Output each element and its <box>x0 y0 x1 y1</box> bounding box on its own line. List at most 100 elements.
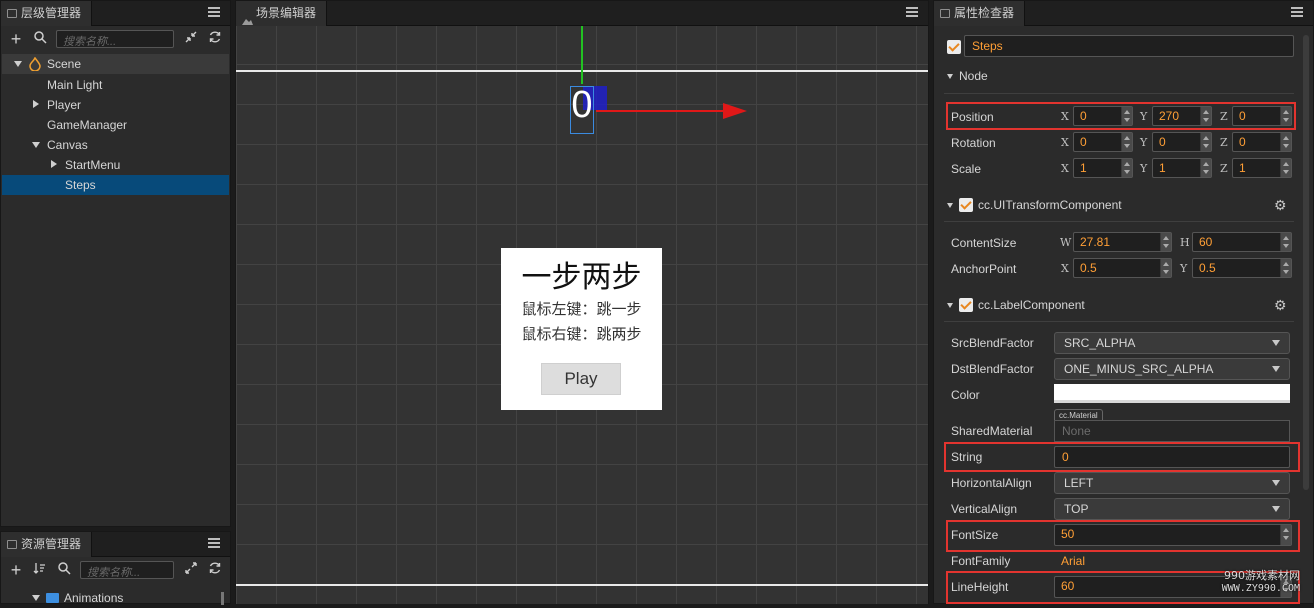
tab-scene[interactable]: 场景编辑器 <box>236 1 328 26</box>
expand-arrow-icon[interactable] <box>32 595 40 601</box>
scale-x-field[interactable]: 1 <box>1073 158 1133 178</box>
tree-item-scene[interactable]: Scene <box>2 54 229 74</box>
tab-hierarchy[interactable]: 层级管理器 <box>1 1 93 26</box>
refresh-icon[interactable] <box>206 30 224 48</box>
assets-title: 资源管理器 <box>21 537 82 551</box>
node-section-arrow-icon[interactable] <box>947 74 953 79</box>
tree-item-main-light[interactable]: Main Light <box>2 75 229 95</box>
anchor-y-field[interactable]: 0.5 <box>1192 258 1292 278</box>
hierarchy-tab-icon <box>7 9 17 18</box>
assets-menu-icon[interactable] <box>208 538 220 548</box>
label-component-gear-icon[interactable]: ⚙ <box>1274 298 1288 312</box>
dst-blend-select[interactable]: ONE_MINUS_SRC_ALPHA <box>1054 358 1290 380</box>
font-size-field[interactable]: 50 <box>1054 524 1292 546</box>
rotation-x-stepper[interactable] <box>1121 133 1132 151</box>
content-size-w-field[interactable]: 27.81 <box>1073 232 1172 252</box>
gizmo-x-axis[interactable] <box>596 110 724 112</box>
chevron-down-icon <box>1272 340 1280 346</box>
expand-arrow-icon[interactable] <box>33 100 39 108</box>
folder-icon <box>46 593 59 603</box>
scale-z-stepper[interactable] <box>1280 159 1291 177</box>
rotation-x-field[interactable]: 0 <box>1073 132 1133 152</box>
expand-arrow-icon[interactable] <box>51 160 57 168</box>
position-x-value: 0 <box>1080 109 1087 123</box>
anchor-y-stepper[interactable] <box>1280 259 1291 277</box>
scale-z-field[interactable]: 1 <box>1232 158 1292 178</box>
font-family-value[interactable]: Arial <box>1061 554 1085 568</box>
src-blend-select[interactable]: SRC_ALPHA <box>1054 332 1290 354</box>
scene-menu-icon[interactable] <box>906 7 918 17</box>
hierarchy-search-input[interactable]: 搜索名称... <box>56 30 174 48</box>
scale-z-axis: Z <box>1220 162 1228 175</box>
position-x-field[interactable]: 0 <box>1073 106 1133 126</box>
hierarchy-menu-icon[interactable] <box>208 7 220 17</box>
label-component-enabled-checkbox[interactable] <box>959 298 973 312</box>
color-swatch[interactable] <box>1054 384 1290 403</box>
tree-item-startmenu[interactable]: StartMenu <box>2 155 229 175</box>
vertical-align-select[interactable]: TOP <box>1054 498 1290 520</box>
expand-all-icon[interactable] <box>182 561 200 579</box>
uitransform-title[interactable]: cc.UITransformComponent <box>978 198 1122 212</box>
position-z-stepper[interactable] <box>1280 107 1291 125</box>
tab-inspector[interactable]: 属性检查器 <box>934 1 1026 26</box>
rotation-y-axis: Y <box>1140 136 1148 149</box>
uitransform-enabled-checkbox[interactable] <box>959 198 973 212</box>
sort-icon[interactable] <box>31 561 49 579</box>
tree-item-canvas[interactable]: Canvas <box>2 135 229 155</box>
gizmo-y-axis[interactable] <box>581 26 583 84</box>
scale-y-field[interactable]: 1 <box>1152 158 1212 178</box>
anchor-x-stepper[interactable] <box>1160 259 1171 277</box>
rotation-y-field[interactable]: 0 <box>1152 132 1212 152</box>
collapse-all-icon[interactable] <box>182 30 200 48</box>
string-input[interactable]: 0 <box>1054 446 1290 468</box>
canvas-bottom-boundary <box>236 584 928 586</box>
scene-viewport[interactable]: 一步两步 鼠标左键：跳一步 鼠标右键：跳两步 Play 0 <box>236 26 928 604</box>
position-y-stepper[interactable] <box>1200 107 1211 125</box>
position-y-field[interactable]: 270 <box>1152 106 1212 126</box>
gizmo-x-arrow-icon[interactable] <box>723 103 747 119</box>
anchor-x-field[interactable]: 0.5 <box>1073 258 1172 278</box>
inspector-menu-icon[interactable] <box>1291 7 1303 17</box>
watermark: 990游戏素材网 WWW.ZY990.COM <box>1160 567 1300 594</box>
line-height-value: 60 <box>1061 579 1075 593</box>
assets-search-input[interactable]: 搜索名称... <box>80 561 174 579</box>
play-button[interactable]: Play <box>541 363 621 395</box>
node-name-input[interactable]: Steps <box>964 35 1294 57</box>
content-size-h-stepper[interactable] <box>1280 233 1291 251</box>
node-active-checkbox[interactable] <box>947 40 961 54</box>
position-z-field[interactable]: 0 <box>1232 106 1292 126</box>
position-x-stepper[interactable] <box>1121 107 1132 125</box>
assets-scrollbar[interactable] <box>221 592 224 605</box>
rotation-y-stepper[interactable] <box>1200 133 1211 151</box>
tab-assets[interactable]: 资源管理器 <box>1 532 93 557</box>
tree-item-animations[interactable]: Animations <box>2 588 229 608</box>
expand-arrow-icon[interactable] <box>14 61 22 67</box>
rotation-z-field[interactable]: 0 <box>1232 132 1292 152</box>
expand-arrow-icon[interactable] <box>32 142 40 148</box>
font-size-label: FontSize <box>951 528 999 542</box>
content-size-w-stepper[interactable] <box>1160 233 1171 251</box>
rotation-y-value: 0 <box>1159 135 1166 149</box>
tree-item-steps[interactable]: Steps <box>2 175 229 195</box>
tree-item-gamemanager[interactable]: GameManager <box>2 115 229 135</box>
content-size-h-field[interactable]: 60 <box>1192 232 1292 252</box>
horizontal-align-select[interactable]: LEFT <box>1054 472 1290 494</box>
scale-y-stepper[interactable] <box>1200 159 1211 177</box>
scale-x-stepper[interactable] <box>1121 159 1132 177</box>
shared-material-value: None <box>1062 424 1091 438</box>
inspector-scrollbar[interactable] <box>1303 35 1309 490</box>
node-section-title[interactable]: Node <box>959 69 988 83</box>
uitransform-arrow-icon[interactable] <box>947 203 953 208</box>
tree-item-player[interactable]: Player <box>2 95 229 115</box>
add-node-icon[interactable]: + <box>7 30 25 48</box>
refresh-icon[interactable] <box>206 561 224 579</box>
uitransform-gear-icon[interactable]: ⚙ <box>1274 198 1288 212</box>
hierarchy-panel: 层级管理器 + 搜索名称... Scene Main Light Player … <box>0 0 231 527</box>
shared-material-field[interactable]: None <box>1054 420 1290 442</box>
font-size-stepper[interactable] <box>1280 525 1291 545</box>
label-component-title[interactable]: cc.LabelComponent <box>978 298 1085 312</box>
anchor-x-axis: X <box>1061 262 1069 275</box>
rotation-z-stepper[interactable] <box>1280 133 1291 151</box>
label-component-arrow-icon[interactable] <box>947 303 953 308</box>
add-asset-icon[interactable]: + <box>7 561 25 579</box>
